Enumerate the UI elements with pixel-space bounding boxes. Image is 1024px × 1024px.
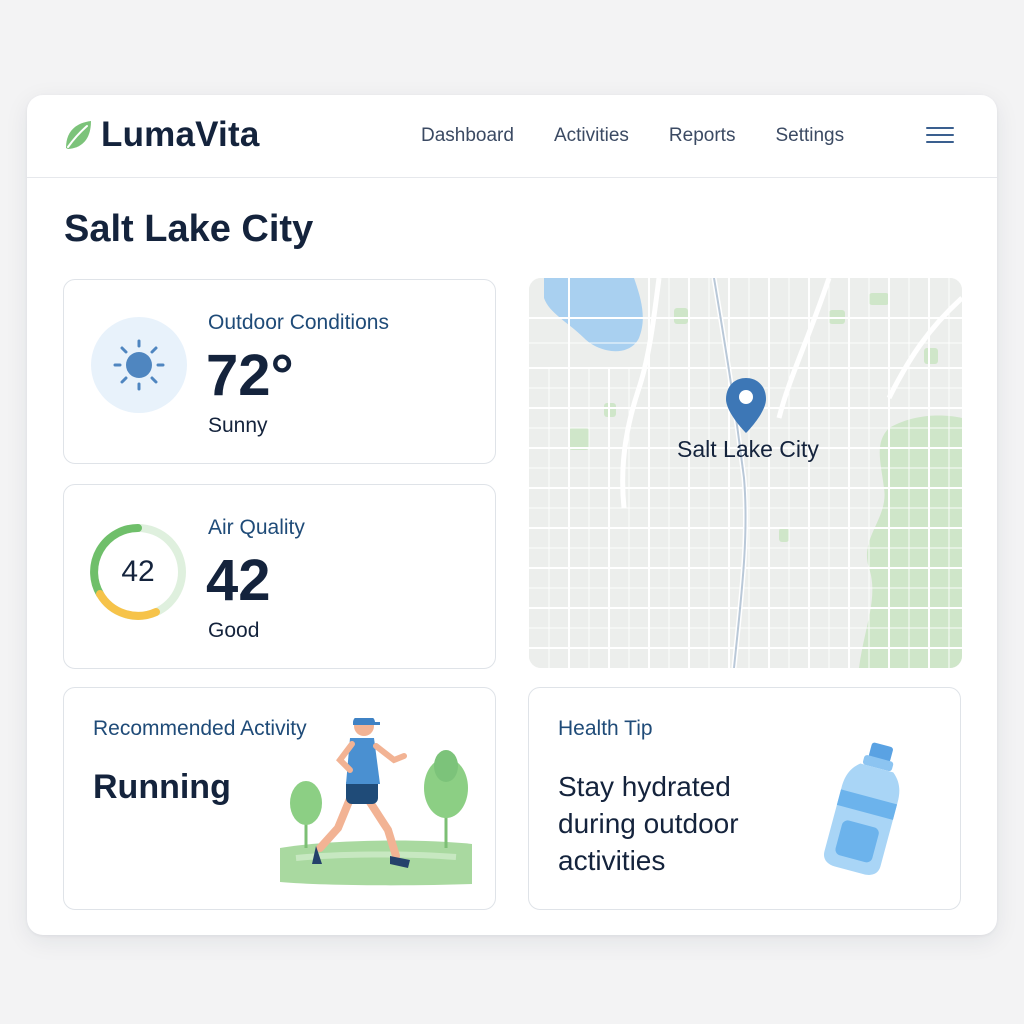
nav-item-settings[interactable]: Settings [775, 123, 844, 149]
activity-name: Running [93, 768, 231, 806]
outdoor-conditions-card[interactable]: Outdoor Conditions 72° Sunny [63, 279, 496, 464]
brand-logo[interactable]: LumaVita [63, 115, 260, 155]
air-quality-label: Air Quality [208, 516, 305, 539]
menu-bar [926, 134, 954, 136]
recommended-activity-label: Recommended Activity [93, 717, 307, 740]
health-tip-text: Stay hydrated during outdoor activities [558, 771, 739, 876]
water-bottle-icon [823, 742, 900, 875]
nav-item-activities[interactable]: Activities [554, 123, 629, 149]
recommended-activity-card[interactable]: Recommended Activity Running [63, 687, 496, 910]
air-quality-value: 42 [206, 548, 271, 613]
sun-icon [113, 339, 165, 391]
menu-bar [926, 141, 954, 143]
map-graphic [529, 278, 962, 668]
brand-name: LumaVita [101, 115, 260, 154]
air-quality-card[interactable]: 42 Air Quality 42 Good [63, 484, 496, 669]
weather-condition: Sunny [208, 414, 268, 437]
city-map[interactable]: Salt Lake City [529, 278, 962, 668]
health-tip-card[interactable]: Health Tip Stay hydrated during outdoor … [528, 687, 961, 910]
leaf-icon [66, 121, 91, 149]
menu-bar [926, 127, 954, 129]
outdoor-conditions-label: Outdoor Conditions [208, 311, 389, 334]
app-window: LumaVita Dashboard Activities Reports Se… [27, 95, 997, 935]
nav-item-dashboard[interactable]: Dashboard [421, 123, 514, 149]
health-tip-label: Health Tip [558, 717, 653, 740]
main-nav: Dashboard Activities Reports Settings [421, 123, 884, 149]
aqi-gauge-number: 42 [121, 555, 155, 588]
top-navigation-bar: LumaVita Dashboard Activities Reports Se… [27, 95, 997, 178]
sun-icon-badge [91, 317, 187, 413]
page-title: Salt Lake City [64, 208, 314, 250]
air-quality-status: Good [208, 619, 260, 642]
nav-item-reports[interactable]: Reports [669, 123, 736, 149]
map-location-label: Salt Lake City [677, 436, 819, 462]
temperature-value: 72° [206, 343, 294, 408]
hamburger-menu-icon[interactable] [926, 127, 954, 147]
runner-illustration [280, 718, 472, 886]
